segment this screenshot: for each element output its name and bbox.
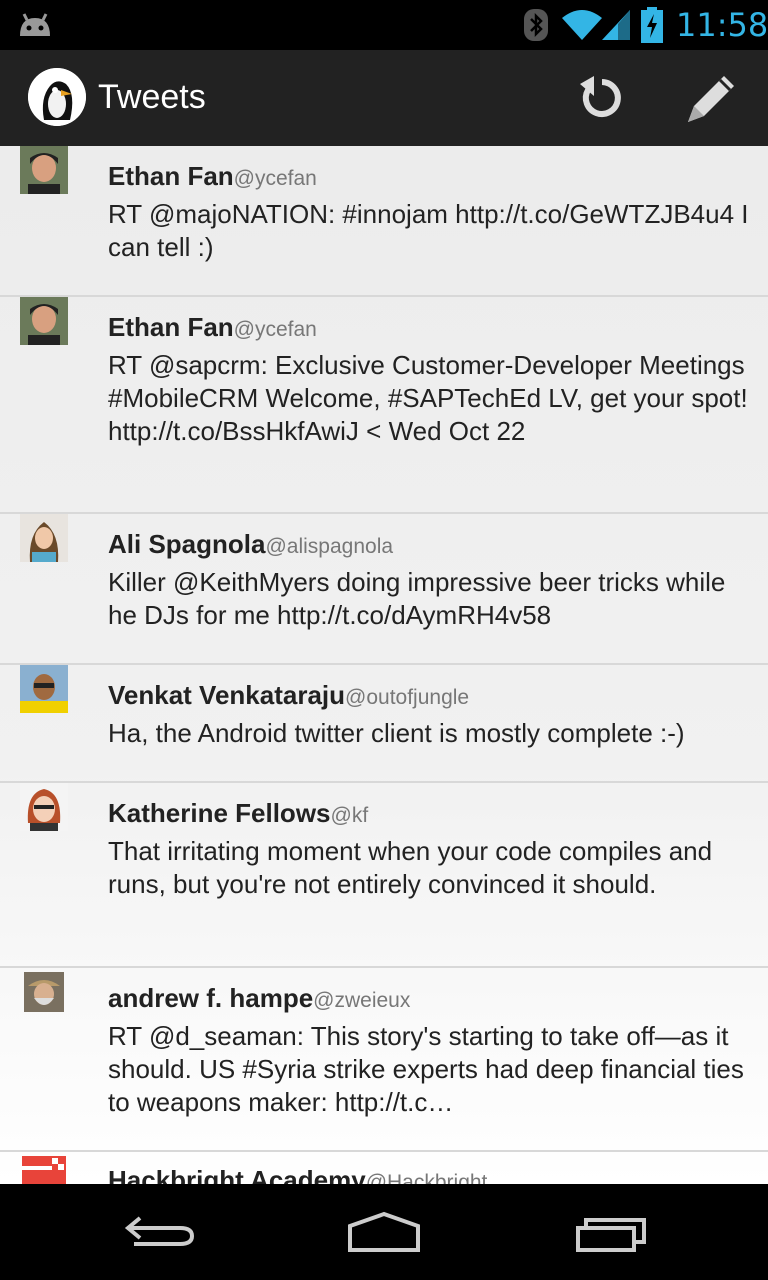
tweet-item[interactable]: Katherine Fellows@kf That irritating mom…	[0, 783, 768, 968]
status-bar: 11:58	[0, 0, 768, 50]
tweet-author-name: Ali Spagnola	[108, 529, 266, 559]
tweet-text: Killer @KeithMyers doing impressive beer…	[108, 567, 726, 630]
tweet-author-handle: @zweieux	[313, 989, 411, 1012]
refresh-icon	[580, 76, 621, 117]
tweet-author-handle: @ycefan	[233, 167, 317, 190]
recent-apps-icon	[576, 1218, 646, 1252]
battery-charging-icon	[641, 7, 663, 43]
wifi-icon	[562, 10, 602, 40]
tweet-author-handle: @alispagnola	[265, 535, 394, 558]
refresh-button[interactable]	[572, 70, 628, 126]
app-logo-penguin-icon[interactable]	[28, 68, 86, 126]
tweet-author-name: Ethan Fan	[108, 161, 234, 191]
back-button[interactable]	[120, 1208, 200, 1261]
pencil-icon	[688, 76, 734, 122]
recent-apps-button[interactable]	[572, 1208, 652, 1261]
tweet-item[interactable]: Ethan Fan@ycefan RT @majoNATION: #innoja…	[0, 146, 768, 297]
tweet-author-name: Venkat Venkataraju	[108, 680, 346, 710]
avatar[interactable]	[20, 783, 68, 831]
home-icon	[348, 1211, 420, 1252]
avatar[interactable]	[20, 665, 68, 713]
avatar[interactable]	[22, 1156, 66, 1184]
avatar[interactable]	[20, 297, 68, 345]
tweet-author-name: Hackbright Academy	[108, 1165, 366, 1184]
tweet-author-name: Ethan Fan	[108, 312, 234, 342]
status-clock: 11:58	[676, 6, 768, 44]
home-button[interactable]	[344, 1208, 424, 1261]
back-icon	[124, 1216, 195, 1246]
tweet-item[interactable]: Ali Spagnola@alispagnola Killer @KeithMy…	[0, 514, 768, 665]
tweet-text: That irritating moment when your code co…	[108, 836, 713, 899]
action-bar-title: Tweets	[98, 78, 206, 116]
tweet-text: RT @majoNATION: #innojam http://t.co/GeW…	[108, 199, 749, 262]
tweet-item[interactable]: Ethan Fan@ycefan RT @sapcrm: Exclusive C…	[0, 297, 768, 514]
tweet-author-name: Katherine Fellows	[108, 798, 331, 828]
tweet-item[interactable]: andrew f. hampe@zweieux RT @d_seaman: Th…	[0, 968, 768, 1152]
tweet-item[interactable]: Hackbright Academy@Hackbright	[0, 1152, 768, 1184]
tweet-list[interactable]: Ethan Fan@ycefan RT @majoNATION: #innoja…	[0, 146, 768, 1184]
tweet-item[interactable]: Venkat Venkataraju@outofjungle Ha, the A…	[0, 665, 768, 783]
tweet-text: RT @d_seaman: This story's starting to t…	[108, 1021, 744, 1117]
action-bar: Tweets	[0, 50, 768, 146]
android-debug-icon	[20, 13, 50, 36]
bluetooth-icon	[524, 9, 548, 41]
avatar[interactable]	[24, 972, 64, 1012]
navigation-bar	[0, 1184, 768, 1280]
tweet-author-handle: @kf	[330, 804, 369, 827]
tweet-author-handle: @ycefan	[233, 318, 317, 341]
tweet-author-handle: @outofjungle	[345, 686, 470, 709]
tweet-text: RT @sapcrm: Exclusive Customer-Developer…	[108, 350, 748, 446]
tweet-author-handle: @Hackbright	[365, 1171, 488, 1184]
compose-button[interactable]	[684, 70, 740, 126]
tweet-text: Ha, the Android twitter client is mostly…	[108, 718, 685, 748]
avatar[interactable]	[20, 146, 68, 194]
tweet-author-name: andrew f. hampe	[108, 983, 314, 1013]
signal-icon	[602, 10, 630, 40]
avatar[interactable]	[20, 514, 68, 562]
